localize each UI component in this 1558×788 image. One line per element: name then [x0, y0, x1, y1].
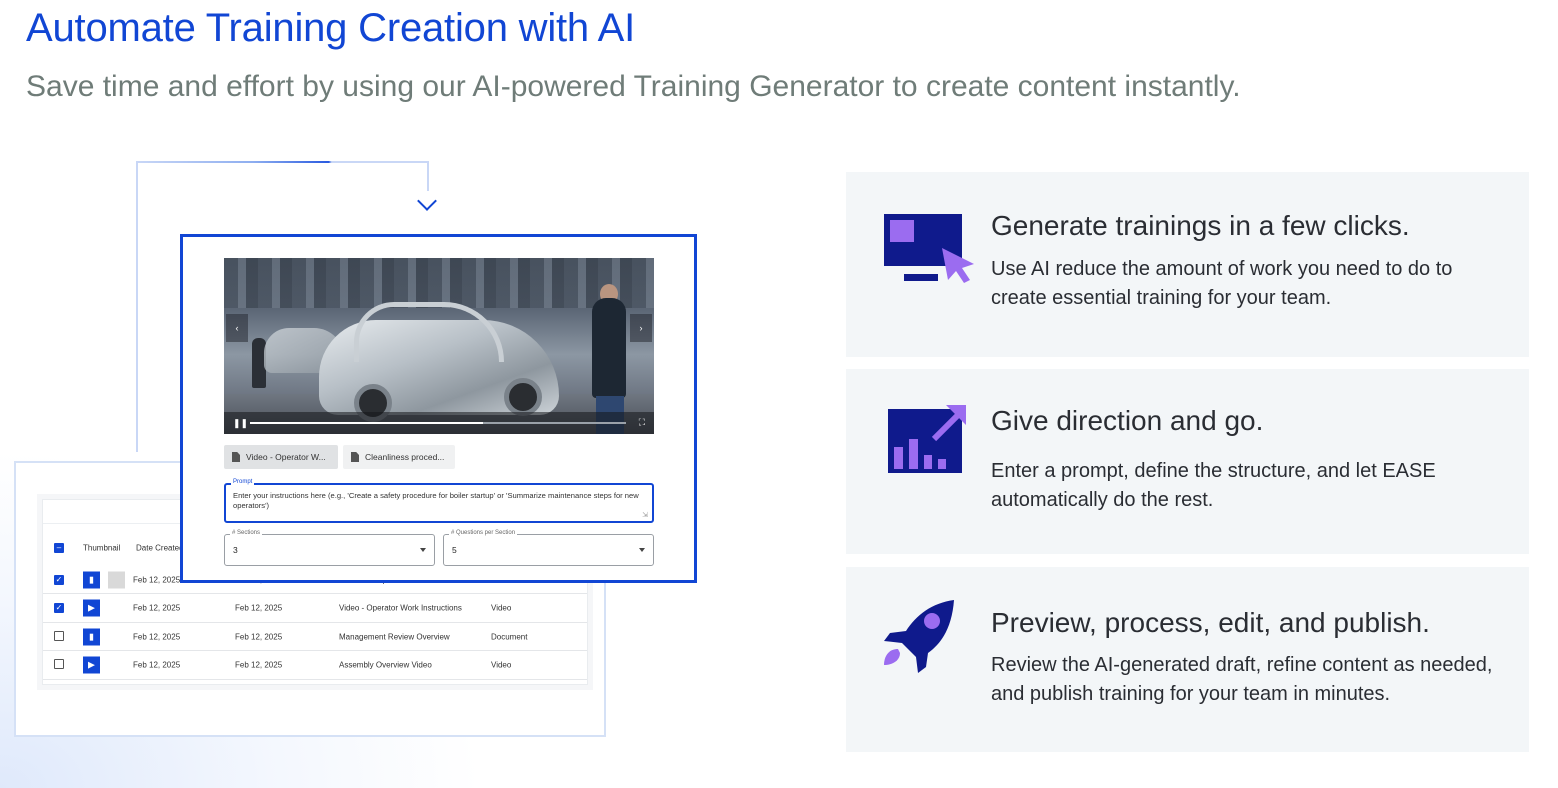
video-frame-ceiling: [224, 258, 654, 308]
page-subtitle: Save time and effort by using our AI-pow…: [26, 70, 1241, 103]
document-icon: [232, 452, 240, 462]
product-illustration: – Thumbnail Date Created ✓ ▮ Feb 12, 2025 F…: [0, 150, 720, 750]
header-date-created[interactable]: Date Created: [136, 544, 184, 553]
caret-down-icon: [639, 548, 645, 552]
table-row[interactable]: ✓ ▶ Feb 12, 2025 Feb 12, 2025 Video - Operat…: [43, 595, 587, 623]
row-date-created: Feb 12, 2025: [133, 660, 181, 670]
row-date-modified: Feb 12, 2025: [235, 603, 283, 613]
questions-per-section-select[interactable]: # Questions per Section 5: [443, 530, 654, 566]
feature-title: Generate trainings in a few clicks.: [991, 210, 1410, 241]
document-icon: ▮: [83, 571, 100, 588]
row-date-created: Feb 12, 2025: [133, 603, 181, 613]
chevron-down-icon: [417, 191, 437, 211]
document-icon: [351, 452, 359, 462]
header-thumbnail[interactable]: Thumbnail: [83, 544, 120, 553]
questions-value: 5: [452, 545, 457, 555]
connector-line: [136, 162, 138, 452]
sections-select[interactable]: # Sections 3: [224, 530, 435, 566]
video-frame-wheel: [504, 378, 542, 416]
row-name: Assembly Overview Video: [339, 660, 432, 670]
video-frame-worker: [592, 298, 626, 398]
prompt-label: Prompt: [231, 479, 255, 485]
row-date-modified: Feb 12, 2025: [235, 660, 283, 670]
feature-card-publish: Preview, process, edit, and publish. Rev…: [846, 567, 1529, 752]
monitor-cursor-icon: [884, 214, 974, 283]
row-date-created: Feb 12, 2025: [133, 632, 181, 641]
row-checkbox[interactable]: ✓: [54, 603, 64, 613]
document-icon: ▮: [83, 628, 100, 645]
play-icon: ▶: [83, 656, 100, 674]
video-controls: ❚❚ ⛶: [224, 412, 654, 434]
video-frame-car-frame: [354, 302, 504, 362]
row-name: Video - Operator Work Instructions: [339, 603, 462, 613]
row-checkbox[interactable]: [54, 630, 64, 641]
feature-title: Preview, process, edit, and publish.: [991, 607, 1430, 638]
attachment-chip[interactable]: Cleanliness proced...: [343, 445, 455, 469]
thumbnail-placeholder: [108, 571, 125, 588]
row-checkbox[interactable]: ✓: [54, 574, 64, 585]
attachment-label: Video - Operator W...: [246, 452, 326, 462]
connector-line: [136, 161, 428, 163]
feature-description: Review the AI-generated draft, refine co…: [991, 654, 1493, 705]
caret-down-icon: [420, 548, 426, 552]
feature-description: Use AI reduce the amount of work you nee…: [991, 258, 1453, 309]
play-icon: ▶: [83, 599, 100, 617]
sections-label: # Sections: [230, 530, 263, 536]
prompt-textarea[interactable]: Prompt Enter your instructions here (e.g…: [224, 479, 654, 523]
questions-label: # Questions per Section: [449, 530, 518, 536]
row-date-created: Feb 12, 2025: [133, 575, 181, 584]
feature-card-generate: Generate trainings in a few clicks. Use …: [846, 172, 1529, 357]
video-progress-bar[interactable]: [250, 422, 626, 424]
table-row[interactable]: ▶ Feb 12, 2025 Feb 12, 2025 Assembly Overvi…: [43, 652, 587, 680]
feature-description: Enter a prompt, define the structure, an…: [991, 460, 1436, 511]
video-progress-fill: [250, 422, 484, 424]
fullscreen-icon[interactable]: ⛶: [639, 417, 645, 428]
resize-handle-icon[interactable]: ⇲: [642, 511, 648, 519]
attachment-chip[interactable]: Video - Operator W...: [224, 445, 338, 469]
row-date-modified: Feb 12, 2025: [235, 632, 283, 641]
feature-title: Give direction and go.: [991, 405, 1264, 436]
table-row[interactable]: ▮ Feb 12, 2025 Feb 12, 2025 Management Revi…: [43, 623, 587, 651]
rocket-icon: [884, 600, 954, 673]
row-name: Management Review Overview: [339, 632, 450, 641]
chevron-right-icon[interactable]: ›: [630, 314, 652, 342]
feature-card-direction: Give direction and go. Enter a prompt, d…: [846, 369, 1529, 554]
chart-arrow-icon: [888, 405, 966, 473]
connector-line: [427, 161, 429, 191]
row-checkbox[interactable]: [54, 659, 64, 669]
training-generator-panel: ‹ › ❚❚ ⛶ Video - Operator W... Cleanline…: [180, 234, 697, 583]
row-type: Document: [491, 632, 528, 641]
prompt-placeholder: Enter your instructions here (e.g., 'Cre…: [233, 491, 639, 510]
pause-icon[interactable]: ❚❚: [233, 418, 248, 429]
row-type: Video: [491, 603, 512, 613]
page-title: Automate Training Creation with AI: [26, 6, 636, 50]
sections-value: 3: [233, 545, 238, 555]
select-all-checkbox[interactable]: –: [54, 543, 64, 553]
attachment-label: Cleanliness proced...: [365, 452, 445, 462]
video-player[interactable]: ‹ › ❚❚ ⛶: [224, 258, 654, 434]
chevron-left-icon[interactable]: ‹: [226, 314, 248, 342]
row-type: Video: [491, 660, 512, 670]
